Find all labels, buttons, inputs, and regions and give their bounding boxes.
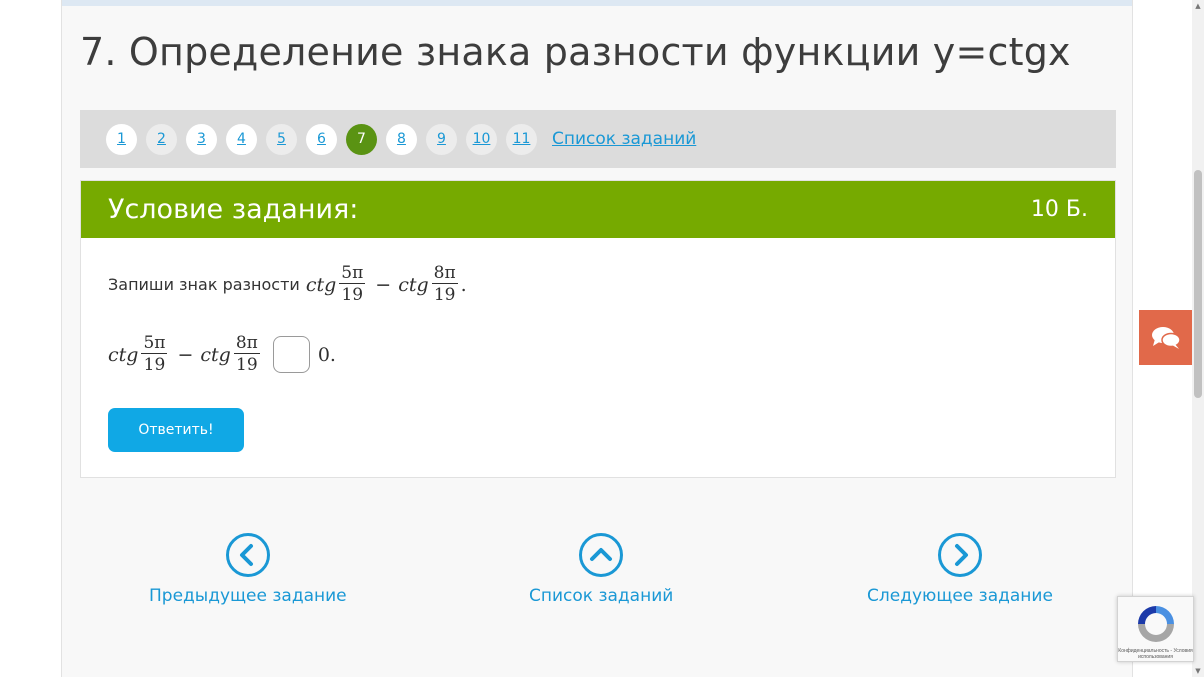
answer-fraction-b-numerator: 8π bbox=[233, 333, 260, 354]
pager-task-2[interactable]: 2 bbox=[146, 123, 177, 155]
fraction-b-numerator: 8π bbox=[431, 263, 458, 284]
chat-button[interactable] bbox=[1139, 310, 1193, 365]
task-heading: Условие задания: bbox=[108, 194, 359, 225]
answer-fraction-a-denominator: 19 bbox=[143, 355, 166, 375]
prompt-text: Запиши знак разности bbox=[108, 275, 300, 294]
next-task-label: Следующее задание bbox=[867, 586, 1053, 606]
task-score: 10 Б. bbox=[1030, 197, 1088, 222]
fn-ctg-a: ctg bbox=[305, 273, 337, 296]
prev-task-label: Предыдущее задание bbox=[149, 586, 347, 606]
recaptcha-legal-text[interactable]: Конфиденциальность - Условия использован… bbox=[1118, 648, 1193, 660]
pager-task-4[interactable]: 4 bbox=[226, 123, 257, 155]
fraction-a-numerator: 5π bbox=[339, 263, 366, 284]
prev-task-link[interactable]: Предыдущее задание bbox=[149, 532, 347, 606]
pager-task-10[interactable]: 10 bbox=[466, 123, 497, 155]
chevron-right-circle-icon bbox=[937, 533, 982, 577]
task-pager: 1 2 3 4 5 6 7 8 9 10 11 Список заданий bbox=[80, 110, 1116, 168]
scroll-up-arrow-icon[interactable]: ▲ bbox=[1194, 2, 1202, 10]
task-list-nav-link[interactable]: Список заданий bbox=[529, 532, 673, 606]
chat-bubbles-icon bbox=[1152, 326, 1181, 349]
prompt-expression: ctg 5π 19 − ctg 8π 19 . bbox=[306, 263, 467, 306]
submit-answer-button[interactable]: Ответить! bbox=[108, 408, 244, 452]
answer-expression: ctg 5π 19 − ctg 8π 19 0. bbox=[108, 333, 336, 376]
fn-ctg-b: ctg bbox=[398, 273, 429, 296]
answer-fraction-b-denominator: 19 bbox=[236, 355, 258, 375]
chevron-up-circle-icon bbox=[579, 533, 624, 577]
answer-fraction-b: 8π 19 bbox=[233, 333, 260, 376]
answer-minus-sign: − bbox=[177, 343, 194, 366]
page-container: 7. Определение знака разности функции y=… bbox=[61, 0, 1133, 677]
fn-ctg-b-answer: ctg bbox=[200, 343, 231, 366]
task-list-link[interactable]: Список заданий bbox=[552, 129, 696, 149]
pager-task-5[interactable]: 5 bbox=[266, 123, 297, 155]
pager-task-7[interactable]: 7 bbox=[346, 123, 377, 155]
pager-task-11[interactable]: 11 bbox=[506, 123, 537, 155]
prompt-period: . bbox=[460, 273, 467, 296]
sign-answer-input[interactable] bbox=[272, 336, 310, 373]
recaptcha-logo-icon bbox=[1137, 606, 1174, 642]
task-prompt: Запиши знак разности ctg 5π 19 − ctg 8π … bbox=[108, 263, 467, 306]
answer-fraction-a: 5π 19 bbox=[141, 333, 168, 376]
pager-task-8[interactable]: 8 bbox=[386, 123, 417, 155]
chevron-left-circle-icon bbox=[225, 533, 270, 577]
compare-zero: 0. bbox=[317, 343, 336, 366]
pager-task-1[interactable]: 1 bbox=[106, 123, 137, 155]
page-scrollbar[interactable]: ▲ ▼ bbox=[1192, 0, 1204, 677]
fraction-a: 5π 19 bbox=[339, 263, 366, 306]
fraction-b-denominator: 19 bbox=[433, 285, 456, 305]
pager-task-9[interactable]: 9 bbox=[426, 123, 457, 155]
next-task-link[interactable]: Следующее задание bbox=[867, 532, 1053, 606]
scroll-down-arrow-icon[interactable]: ▼ bbox=[1194, 667, 1202, 675]
answer-fraction-a-numerator: 5π bbox=[141, 333, 168, 354]
minus-sign: − bbox=[375, 273, 392, 296]
fraction-a-denominator: 19 bbox=[341, 285, 364, 305]
pager-task-3[interactable]: 3 bbox=[186, 123, 217, 155]
task-list-nav-label: Список заданий bbox=[529, 586, 674, 606]
fn-ctg-a-answer: ctg bbox=[108, 343, 139, 366]
task-card: Условие задания: 10 Б. Запиши знак разно… bbox=[80, 180, 1116, 478]
fraction-b: 8π 19 bbox=[431, 263, 458, 306]
pager-task-6[interactable]: 6 bbox=[306, 123, 337, 155]
page-title: 7. Определение знака разности функции y=… bbox=[80, 30, 1071, 74]
scrollbar-thumb[interactable] bbox=[1194, 170, 1202, 398]
top-strip bbox=[62, 0, 1132, 6]
task-card-header: Условие задания: 10 Б. bbox=[81, 181, 1115, 238]
recaptcha-badge[interactable]: Конфиденциальность - Условия использован… bbox=[1117, 596, 1194, 662]
